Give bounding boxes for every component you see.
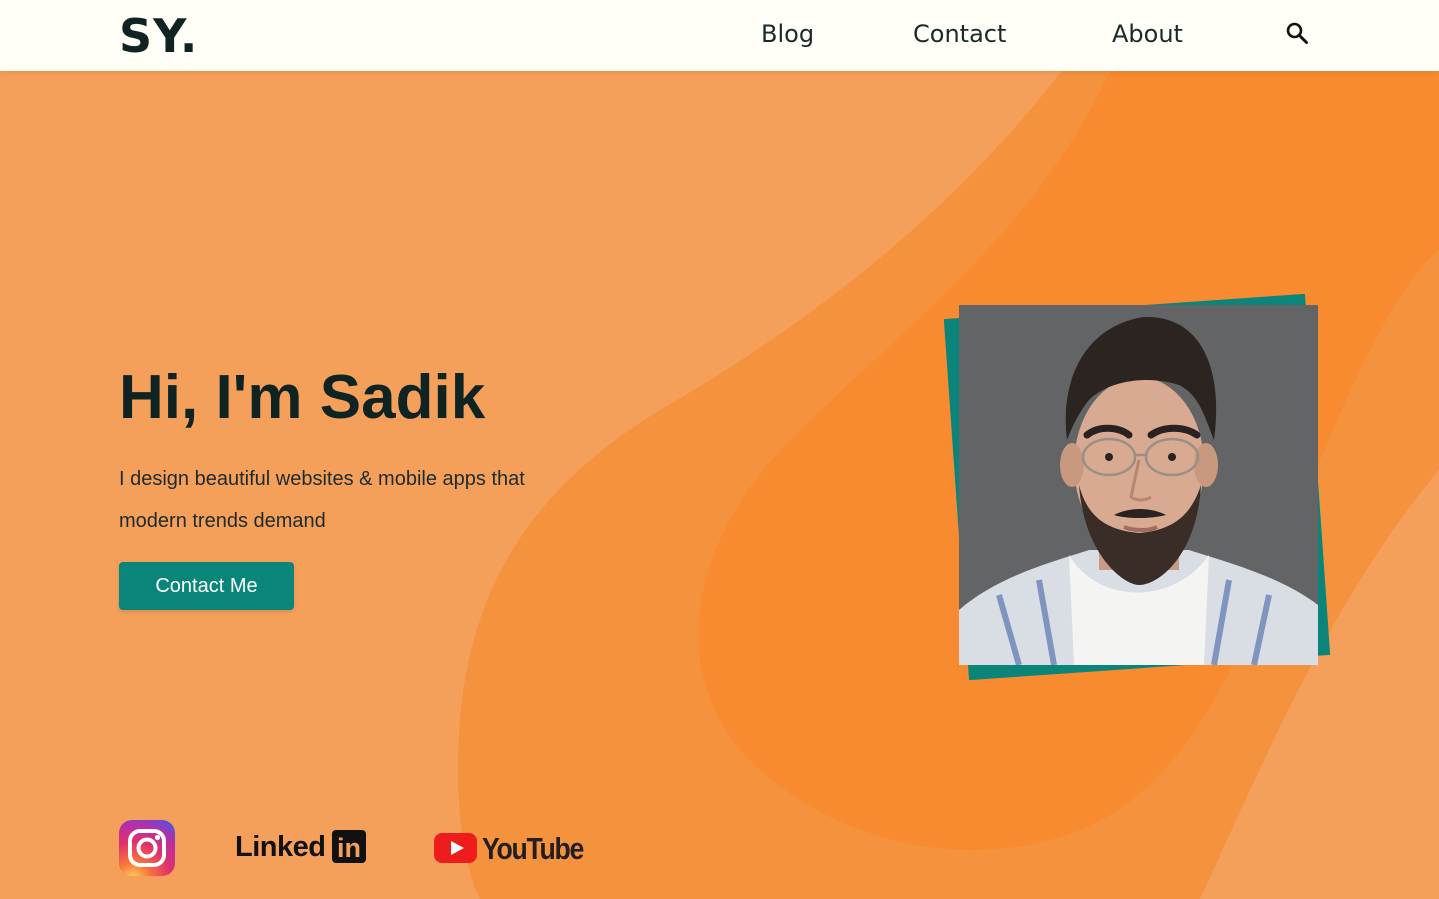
nav-link-contact[interactable]: Contact [913, 20, 1006, 48]
profile-photo [959, 305, 1318, 665]
nav-link-about[interactable]: About [1112, 20, 1183, 48]
instagram-link[interactable] [119, 820, 175, 876]
hero-subtitle: I design beautiful websites & mobile app… [119, 468, 525, 532]
profile-photo-card [940, 286, 1340, 686]
youtube-wordmark: YouTube [482, 831, 584, 866]
top-nav-bar: SY. Blog Contact About [0, 0, 1439, 71]
youtube-icon [434, 833, 477, 863]
linkedin-wordmark: Linked [235, 831, 326, 863]
nav-link-blog[interactable]: Blog [761, 20, 814, 48]
youtube-link[interactable]: YouTube [434, 831, 584, 867]
search-icon[interactable] [1285, 21, 1309, 45]
site-logo[interactable]: SY. [119, 9, 198, 63]
instagram-icon [119, 820, 175, 876]
contact-me-button[interactable]: Contact Me [119, 562, 294, 610]
linkedin-icon: in [332, 830, 366, 863]
play-icon [451, 841, 464, 855]
linkedin-link[interactable]: Linked in [235, 830, 375, 866]
hero-title: Hi, I'm Sadik [119, 363, 486, 432]
